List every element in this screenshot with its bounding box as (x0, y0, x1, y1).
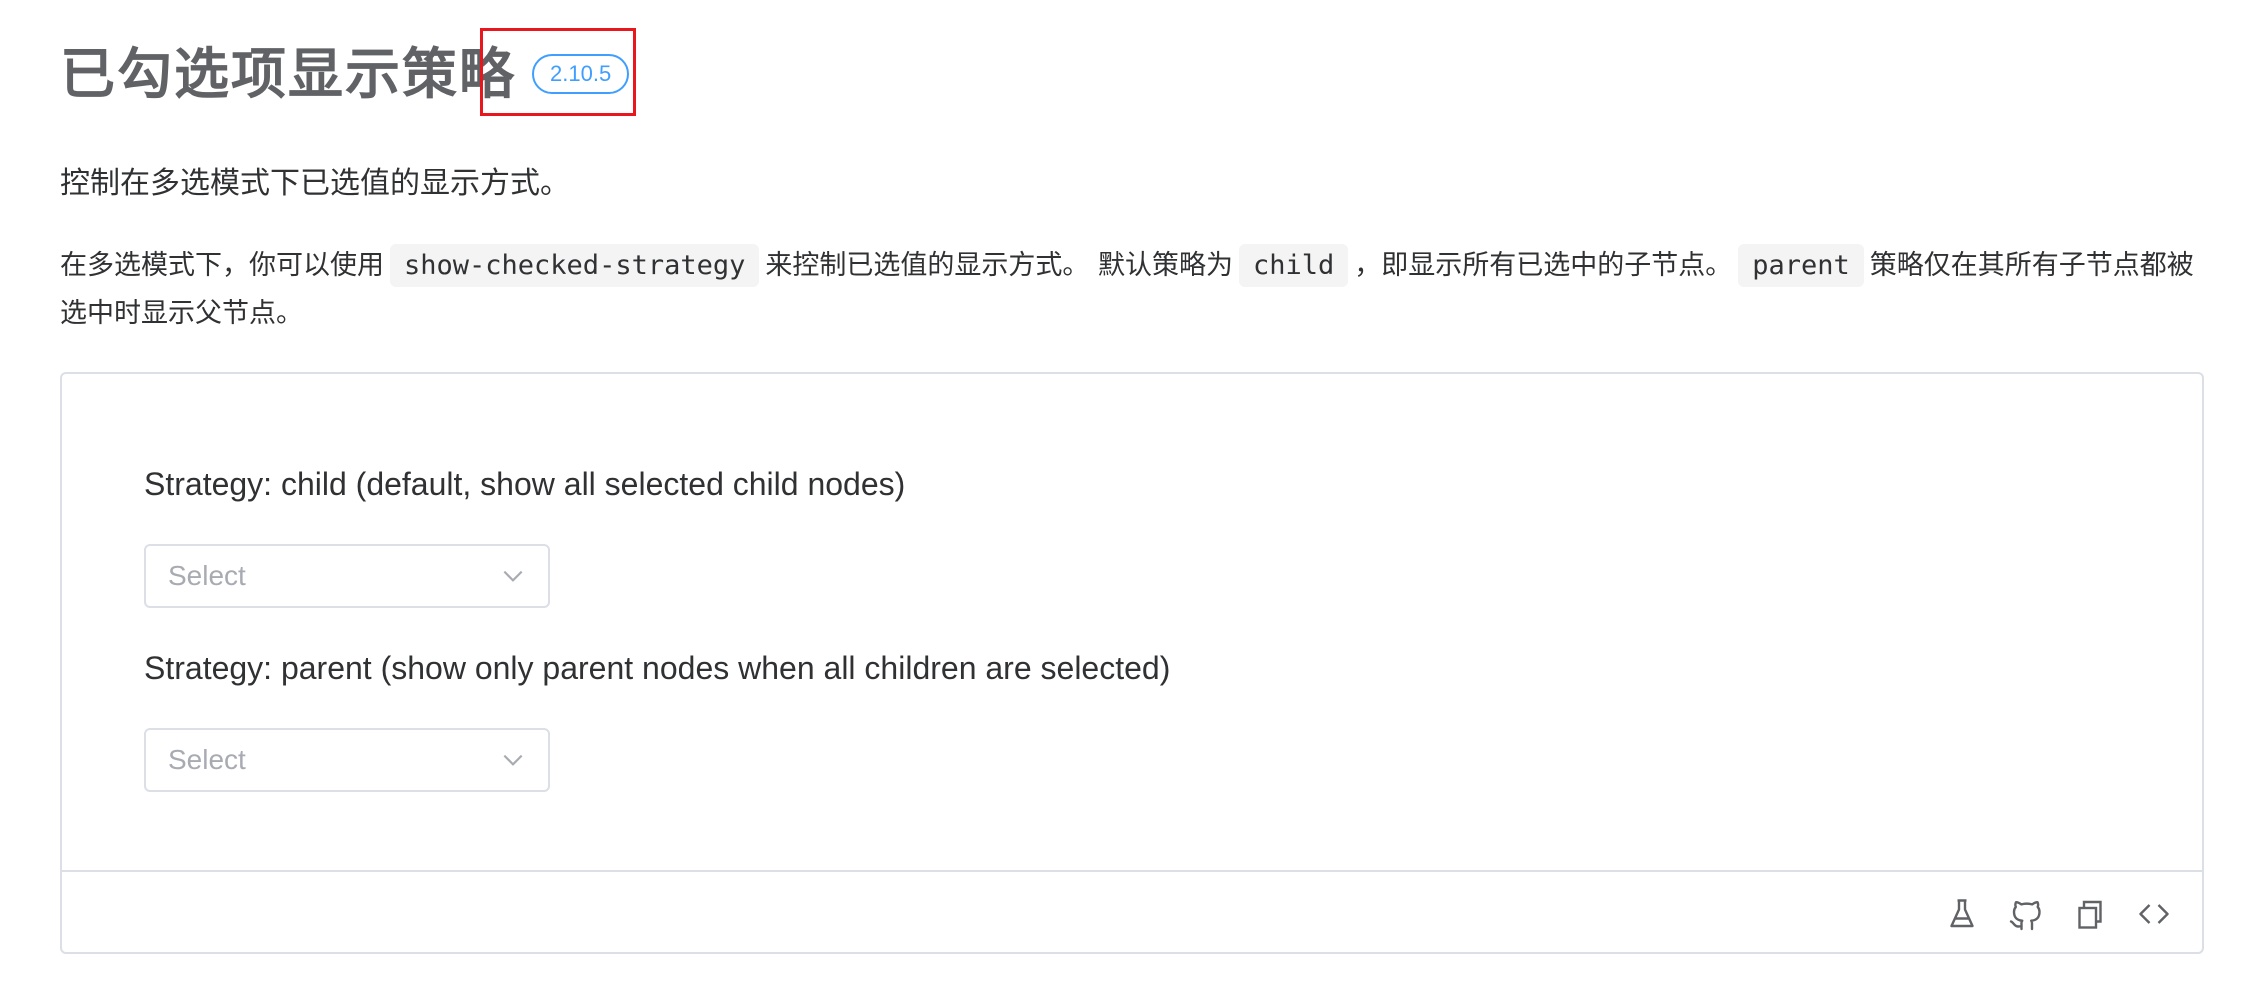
chevron-down-icon (503, 570, 523, 582)
code-icon[interactable] (2136, 896, 2172, 932)
strategy-child-select[interactable]: Select (144, 544, 550, 608)
strategy-parent-select[interactable]: Select (144, 728, 550, 792)
demo-card: Strategy: child (default, show all selec… (60, 372, 2204, 954)
select-placeholder: Select (168, 744, 246, 775)
select-placeholder: Select (168, 560, 246, 591)
code-show-checked-strategy: show-checked-strategy (390, 244, 760, 287)
footer-icons (1944, 896, 2172, 932)
strategy-parent-label: Strategy: parent (show only parent nodes… (144, 650, 1171, 686)
demo-footer (62, 870, 2202, 952)
description-paragraph: 在多选模式下，你可以使用 show-checked-strategy 来控制已选值的… (60, 242, 2210, 338)
description-text-1: 在多选模式下，你可以使用 (60, 250, 384, 281)
flask-icon[interactable] (1944, 896, 1980, 932)
code-child: child (1238, 244, 1349, 287)
page-subtitle: 控制在多选模式下已选值的显示方式。 (60, 166, 570, 201)
github-icon[interactable] (2008, 896, 2044, 932)
chevron-down-icon (503, 754, 523, 766)
demo-body: Strategy: child (default, show all selec… (62, 374, 2202, 874)
strategy-child-label: Strategy: child (default, show all selec… (144, 466, 906, 502)
page-title: 已勾选项显示策略 (60, 42, 517, 106)
code-parent: parent (1738, 244, 1864, 287)
description-text-2: 来控制已选值的显示方式。 默认策略为 (765, 250, 1233, 281)
highlight-box (480, 28, 636, 116)
description-text-3: ，即显示所有已选中的子节点。 (1354, 250, 1733, 281)
copy-icon[interactable] (2072, 896, 2108, 932)
